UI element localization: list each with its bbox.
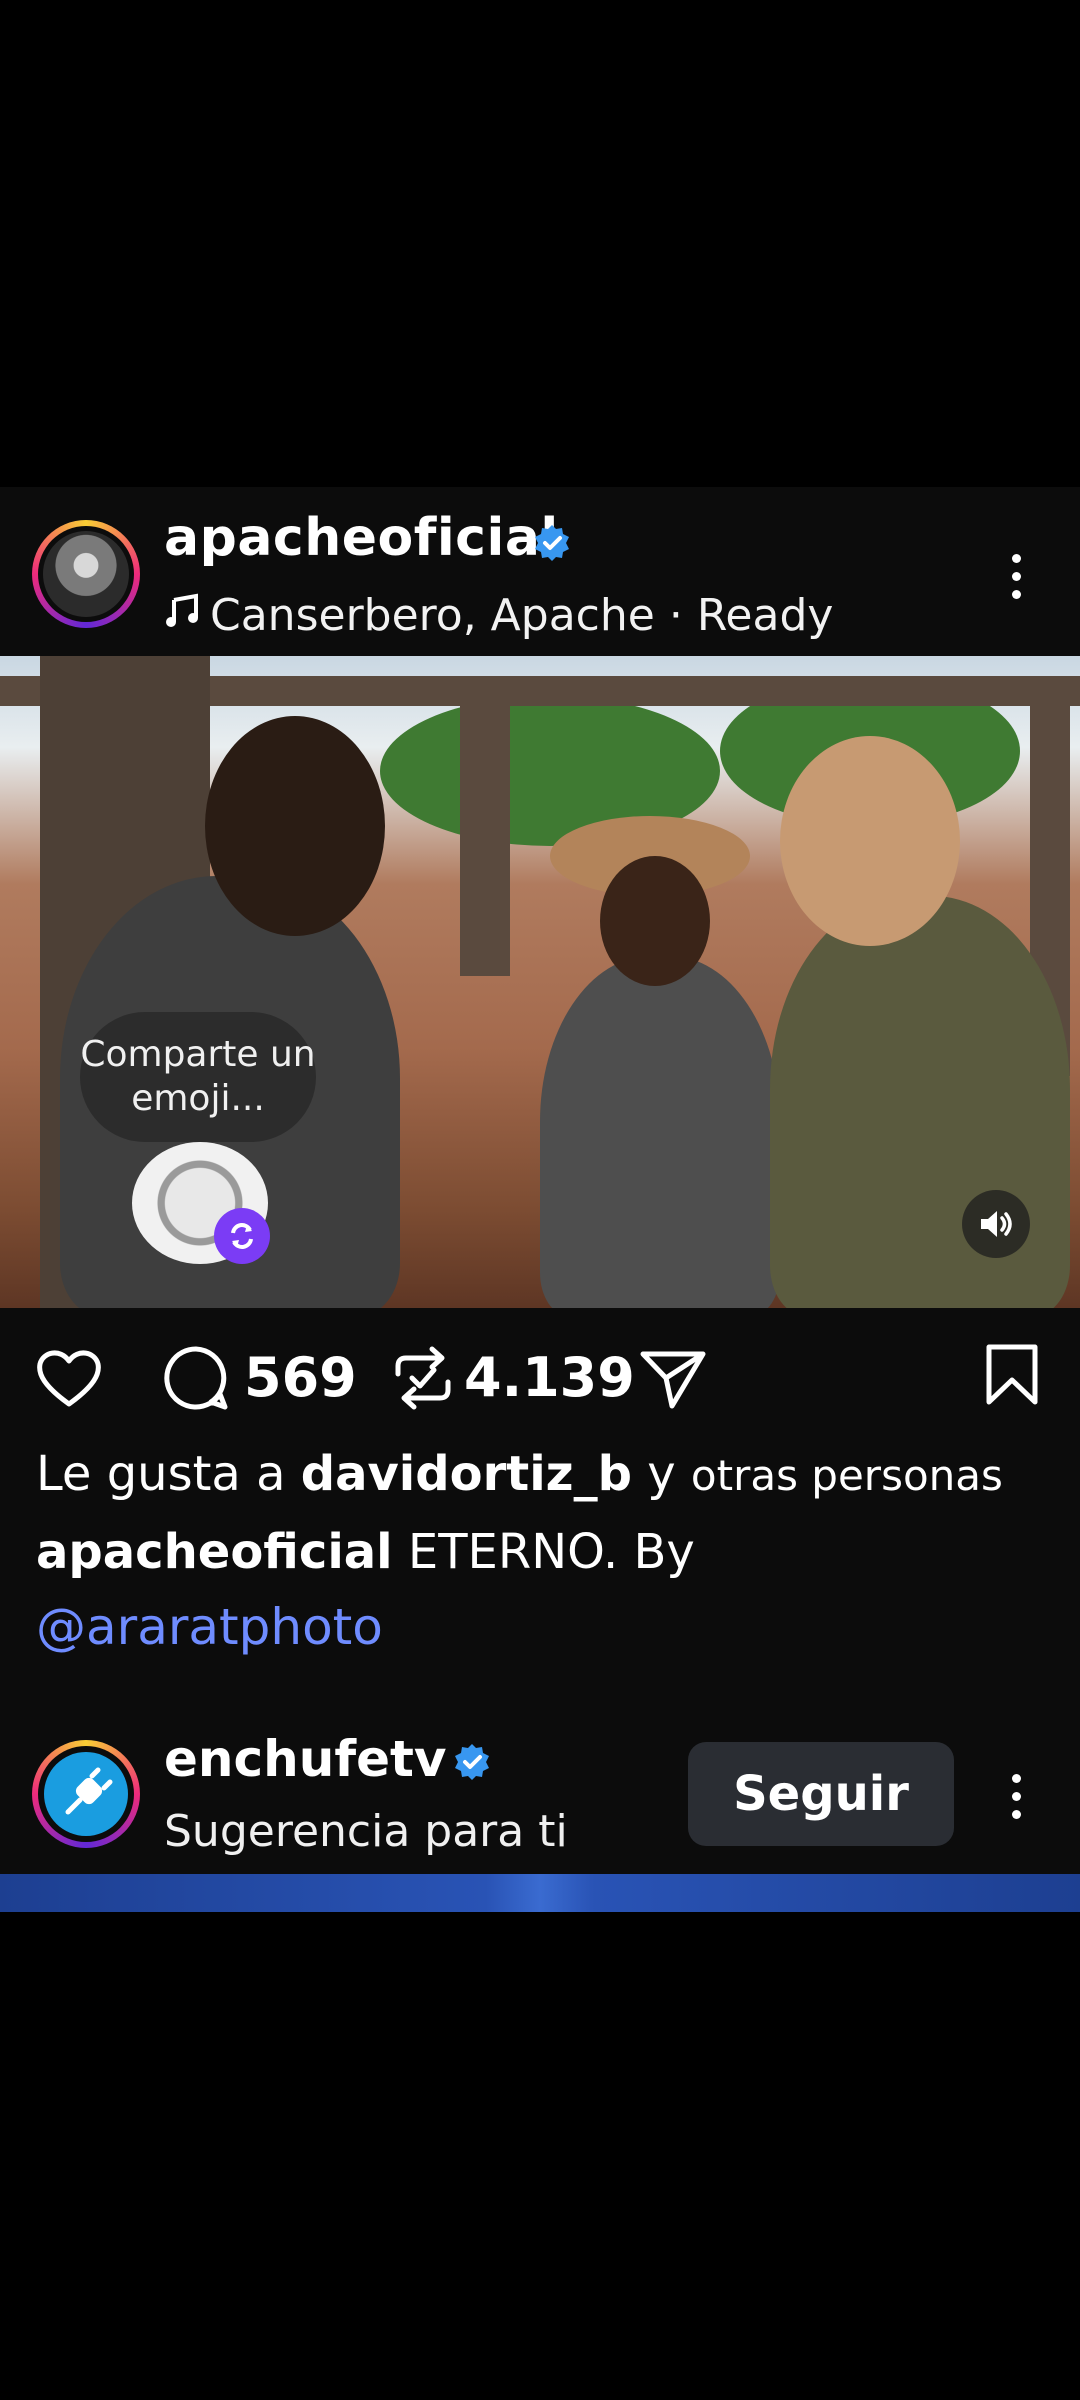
likes-summary[interactable]: Le gusta a davidortiz_b y otras personas bbox=[36, 1446, 1003, 1502]
repost-badge-icon bbox=[214, 1208, 270, 1264]
reposts-count[interactable]: 4.139 bbox=[464, 1346, 635, 1409]
likes-and: y bbox=[647, 1446, 676, 1502]
avatar-image bbox=[43, 531, 129, 617]
verified-badge-icon bbox=[535, 525, 569, 561]
emoji-prompt-bubble[interactable]: Comparte un emoji... bbox=[80, 1012, 316, 1142]
speaker-icon bbox=[981, 1211, 1012, 1237]
repost-icon[interactable] bbox=[388, 1344, 458, 1412]
likes-prefix: Le gusta a bbox=[36, 1446, 286, 1502]
music-note-icon bbox=[166, 593, 198, 627]
music-track: Ready bbox=[696, 590, 834, 641]
likes-others[interactable]: otras personas bbox=[691, 1451, 1003, 1500]
suggested-avatar[interactable] bbox=[32, 1740, 140, 1848]
sound-toggle-button[interactable] bbox=[962, 1190, 1030, 1258]
share-send-icon[interactable] bbox=[638, 1346, 708, 1412]
music-info[interactable]: Canserbero, Apache · Ready bbox=[164, 590, 833, 641]
verified-badge-icon bbox=[455, 1744, 489, 1780]
post-avatar[interactable] bbox=[32, 520, 140, 628]
loading-bar bbox=[0, 1874, 1080, 1912]
suggested-username[interactable]: enchufetv bbox=[164, 1730, 447, 1788]
post-caption[interactable]: apacheoficial ETERNO. By bbox=[36, 1524, 695, 1580]
like-heart-icon[interactable] bbox=[34, 1346, 104, 1410]
suggestion-more-options-icon[interactable] bbox=[1006, 1766, 1026, 1826]
plug-logo-icon bbox=[44, 1752, 128, 1836]
post-username[interactable]: apacheoficial bbox=[164, 508, 559, 568]
comment-icon[interactable] bbox=[162, 1344, 230, 1412]
suggestion-subtitle: Sugerencia para ti bbox=[164, 1806, 568, 1857]
caption-username[interactable]: apacheoficial bbox=[36, 1524, 393, 1580]
save-bookmark-icon[interactable] bbox=[984, 1342, 1040, 1408]
music-separator: · bbox=[668, 590, 683, 641]
follow-button[interactable]: Seguir bbox=[688, 1742, 954, 1846]
post-more-options-icon[interactable] bbox=[1006, 546, 1026, 606]
comments-count[interactable]: 569 bbox=[244, 1346, 357, 1409]
caption-mention-link[interactable]: @araratphoto bbox=[36, 1598, 383, 1656]
music-artists: Canserbero, Apache bbox=[210, 590, 655, 641]
caption-text: ETERNO. By bbox=[407, 1524, 695, 1580]
likes-user[interactable]: davidortiz_b bbox=[301, 1446, 632, 1502]
